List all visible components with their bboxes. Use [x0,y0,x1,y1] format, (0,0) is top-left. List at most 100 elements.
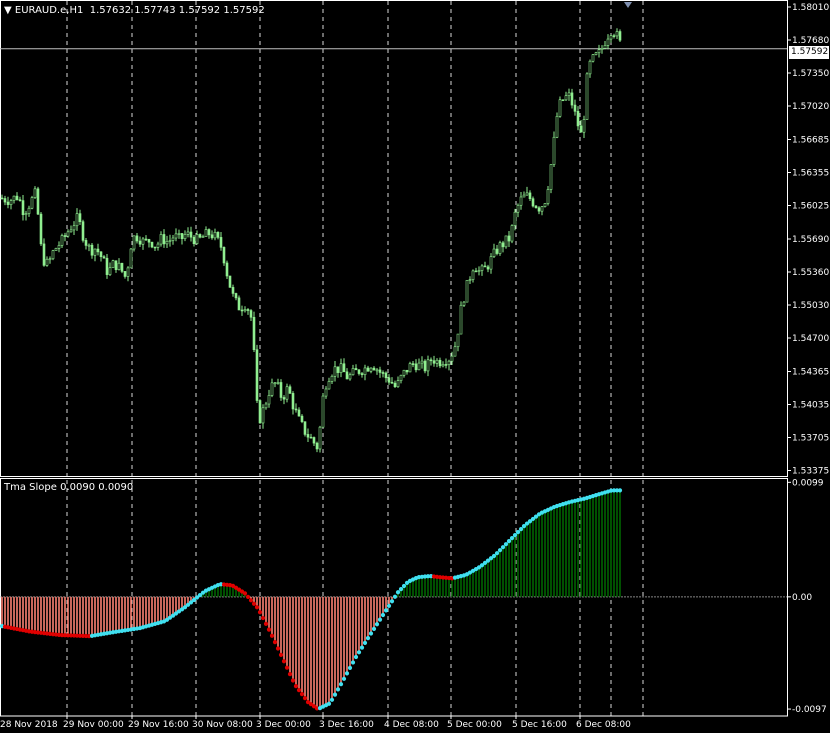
candle-body [372,367,376,371]
slope-dot-rising [515,530,521,535]
slope-dot-rising [392,594,398,599]
slope-dot-falling [302,696,308,701]
candle [150,241,154,249]
candle [318,425,322,453]
candle-body [339,363,343,373]
candle-body [459,304,463,335]
candle-body [204,229,208,237]
candle-body [201,236,205,238]
slope-dot-falling [281,659,287,664]
candle-body [132,235,136,250]
candle-body [171,237,175,241]
candle-body [150,241,154,248]
candle [258,399,262,424]
candle-body [360,373,364,375]
candle [510,224,514,244]
candle [339,358,343,378]
slope-dot-rising [617,488,623,493]
slope-dot-rising [344,671,350,676]
candle-body [312,437,316,444]
candle [588,59,592,78]
candle-body [510,225,514,242]
y-tick-label: 1.57350 [792,69,829,79]
candle-body [57,245,61,249]
slope-dot-rising [518,527,524,532]
candle [27,205,31,217]
candle [216,231,220,240]
slope-dot-rising [338,682,344,687]
candle-body [18,199,22,201]
candle-body [21,200,25,216]
candle-body [111,260,115,269]
symbol-header: ▼ EURAUD.e,H1 1.57632 1.57743 1.57592 1.… [4,5,265,16]
slope-dot-rising [329,697,335,702]
x-tick-label: 3 Dec 00:00 [256,720,311,730]
candle [84,238,88,250]
slope-dot-rising [389,599,395,604]
candle-body [498,242,502,254]
candle-body [567,92,571,96]
candle-body [297,409,301,417]
candle [78,209,82,226]
candle-body [3,198,7,203]
candle-body [126,267,130,277]
candle-body [186,231,190,235]
slope-dot-falling [266,627,272,632]
candle-body [249,310,253,318]
candle-body [351,368,355,376]
candle [324,386,328,399]
candle [294,403,298,413]
candle [138,236,142,247]
candle-body [561,99,565,102]
candle [180,233,184,245]
candle-body [174,233,178,239]
candle [120,262,124,274]
candle-body [507,235,511,242]
candle-body [279,382,283,398]
candle [102,255,106,259]
slope-dot-falling [284,665,290,670]
candle-body [618,31,622,41]
candle [195,230,199,245]
candle [168,234,172,247]
candle-body [468,279,472,281]
candle [378,366,382,378]
candle-body [486,266,490,270]
candle-body [543,203,547,207]
chart-canvas[interactable]: 1.58010 1.57680 1.57350 1.57020 1.56685 1.563… [0,0,830,733]
candle-body [396,380,400,388]
price-marker-triangle-icon [624,2,632,8]
candle-body [285,386,289,400]
x-tick-label: 5 Dec 16:00 [512,720,567,730]
candle [354,364,358,371]
candle-body [501,242,505,248]
candle [474,267,478,273]
dropdown-triangle-icon[interactable]: ▼ [4,5,12,16]
y-tick-label: 1.57020 [792,102,829,112]
indicator-y-tick-label: 0.00 [792,593,812,603]
candle [402,369,406,378]
candle [177,229,181,239]
candle-body [414,363,418,371]
slope-dot-rising [395,590,401,595]
candle [264,401,268,410]
slope-dot-falling [242,591,248,596]
candle [0,194,4,200]
candle-body [66,231,70,237]
candle-body [603,45,607,49]
candle [543,203,547,208]
slope-dot-falling [290,678,296,683]
slope-dot-rising [398,586,404,592]
candle [183,230,187,242]
candle-body [6,201,10,205]
candle-body [336,366,340,373]
slope-dot-rising [350,660,356,665]
candle [270,378,274,398]
candle-body [471,270,475,280]
slope-dot-falling [263,621,269,626]
y-tick-label: 1.57680 [792,36,829,46]
candle-body [48,258,52,261]
candle-body [390,381,394,384]
candle [384,371,388,383]
slope-dot-falling [278,652,284,657]
